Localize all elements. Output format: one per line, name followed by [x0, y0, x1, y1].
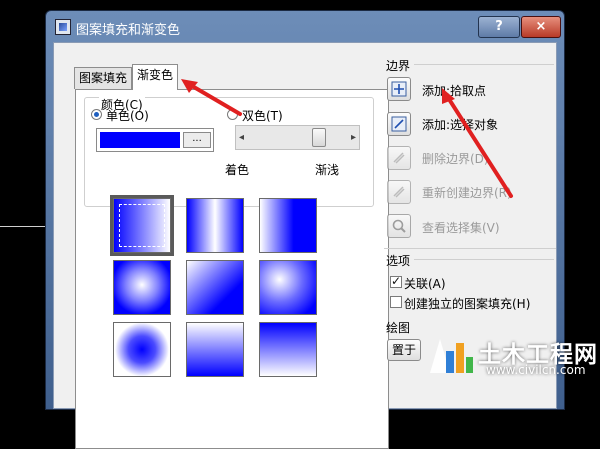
- recreate-boundary-label: 重新创建边界(R): [422, 186, 512, 200]
- options-section-label: 选项: [386, 254, 411, 268]
- site-watermark: 土木工程网 www.civilcn.com: [418, 325, 600, 400]
- gradient-pattern-radial-center[interactable]: [113, 260, 171, 315]
- color-picker[interactable]: ...: [96, 128, 214, 152]
- recreate-boundary-button[interactable]: [387, 180, 411, 204]
- gradient-tab-panel: 颜色(C) 单色(O) 双色(T) ... ◂ ▸ 着色 渐浅: [75, 89, 389, 449]
- color-group: 颜色(C) 单色(O) 双色(T) ... ◂ ▸ 着色 渐浅: [84, 96, 374, 207]
- tab-hatch[interactable]: 图案填充: [74, 67, 133, 89]
- tab-gradient[interactable]: 渐变色: [132, 64, 179, 90]
- separate-hatch-label: 创建独立的图案填充(H): [404, 297, 531, 311]
- associative-label: 关联(A): [404, 277, 446, 291]
- associative-checkbox[interactable]: [390, 274, 402, 288]
- gradient-pattern-linear-center[interactable]: [186, 198, 244, 253]
- title-bar[interactable]: 图案填充和渐变色 ? ×: [46, 11, 564, 41]
- draw-order-select[interactable]: 置于: [387, 339, 422, 361]
- gradient-pattern-linear[interactable]: [110, 195, 174, 256]
- slider-thumb[interactable]: [312, 128, 327, 147]
- select-objects-label: 添加:选择对象: [422, 118, 499, 132]
- pick-point-button[interactable]: [387, 77, 411, 101]
- draw-order-label: 绘图: [386, 321, 411, 335]
- select-objects-icon: [391, 116, 407, 132]
- two-color-label: 双色(T): [242, 109, 283, 123]
- color-swatch: [100, 132, 180, 148]
- boundary-bottom-separator: [384, 248, 556, 249]
- help-button[interactable]: ?: [478, 16, 520, 38]
- pick-point-icon: [391, 81, 407, 97]
- view-selection-icon: [392, 219, 406, 233]
- recreate-boundary-icon: [393, 186, 405, 198]
- gradient-pattern-linear-reverse[interactable]: [259, 198, 317, 253]
- shade-tint-slider[interactable]: ◂ ▸: [235, 125, 360, 150]
- boundary-separator: [414, 64, 554, 65]
- options-separator: [414, 259, 554, 260]
- gradient-pattern-radial-inverse[interactable]: [113, 322, 171, 377]
- gradient-pattern-corner[interactable]: [186, 260, 244, 315]
- slider-left-arrow-icon[interactable]: ◂: [239, 132, 244, 143]
- gradient-pattern-top-fade[interactable]: [186, 322, 244, 377]
- background-line: [0, 226, 48, 227]
- separate-hatch-checkbox[interactable]: [390, 296, 402, 308]
- watermark-url: www.civilcn.com: [486, 363, 586, 377]
- browse-color-button[interactable]: ...: [183, 132, 211, 148]
- single-color-label: 单色(O): [106, 109, 149, 123]
- tint-label: 渐浅: [315, 163, 340, 177]
- remove-boundary-label: 删除边界(D): [422, 152, 489, 166]
- slider-right-arrow-icon[interactable]: ▸: [351, 132, 356, 143]
- view-selection-label: 查看选择集(V): [422, 221, 500, 235]
- two-color-radio[interactable]: [227, 109, 238, 120]
- boundary-section-label: 边界: [386, 59, 411, 73]
- app-icon: [55, 19, 71, 35]
- watermark-logo-icon: [430, 339, 473, 373]
- view-selection-button[interactable]: [387, 214, 411, 238]
- gradient-pattern-bottom-fade[interactable]: [259, 322, 317, 377]
- single-color-radio[interactable]: [91, 109, 102, 120]
- remove-boundary-button[interactable]: [387, 146, 411, 170]
- shade-label: 着色: [225, 163, 250, 177]
- close-button[interactable]: ×: [521, 16, 561, 38]
- window-title: 图案填充和渐变色: [76, 23, 181, 38]
- pick-point-label: 添加:拾取点: [422, 84, 487, 98]
- remove-boundary-icon: [393, 152, 405, 164]
- select-objects-button[interactable]: [387, 112, 411, 136]
- gradient-pattern-radial-soft[interactable]: [259, 260, 317, 315]
